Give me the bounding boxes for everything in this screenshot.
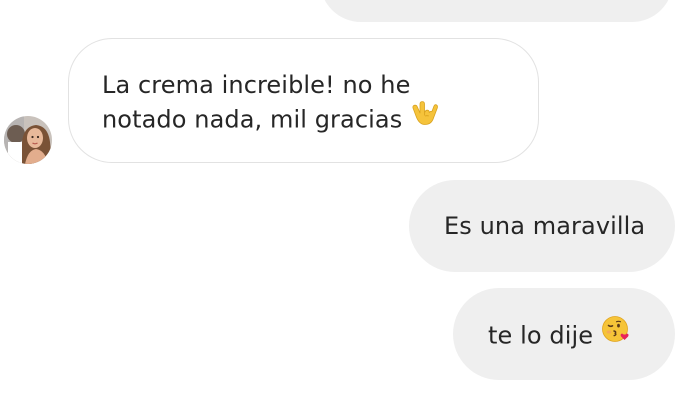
rock-on-hand-emoji-icon [410,99,439,136]
sent-message-bubble[interactable]: te lo dije [453,288,675,380]
sent-message-bubble[interactable]: Es una maravilla [409,180,675,272]
face-blowing-kiss-emoji-icon [601,314,631,353]
received-message-text-line-1: La crema increible! no he [102,71,411,99]
received-message-bubble[interactable]: La crema increible! no he notado nada, m… [68,38,539,163]
sent-message-text: Es una maravilla [444,212,646,240]
sent-message-text: te lo dije [488,321,594,350]
contact-avatar[interactable] [4,116,52,164]
chat-thread: La crema increible! no he notado nada, m… [0,0,698,405]
previous-sent-message-bubble[interactable] [320,0,673,22]
received-message-text-line-2: notado nada, mil gracias [102,105,403,134]
